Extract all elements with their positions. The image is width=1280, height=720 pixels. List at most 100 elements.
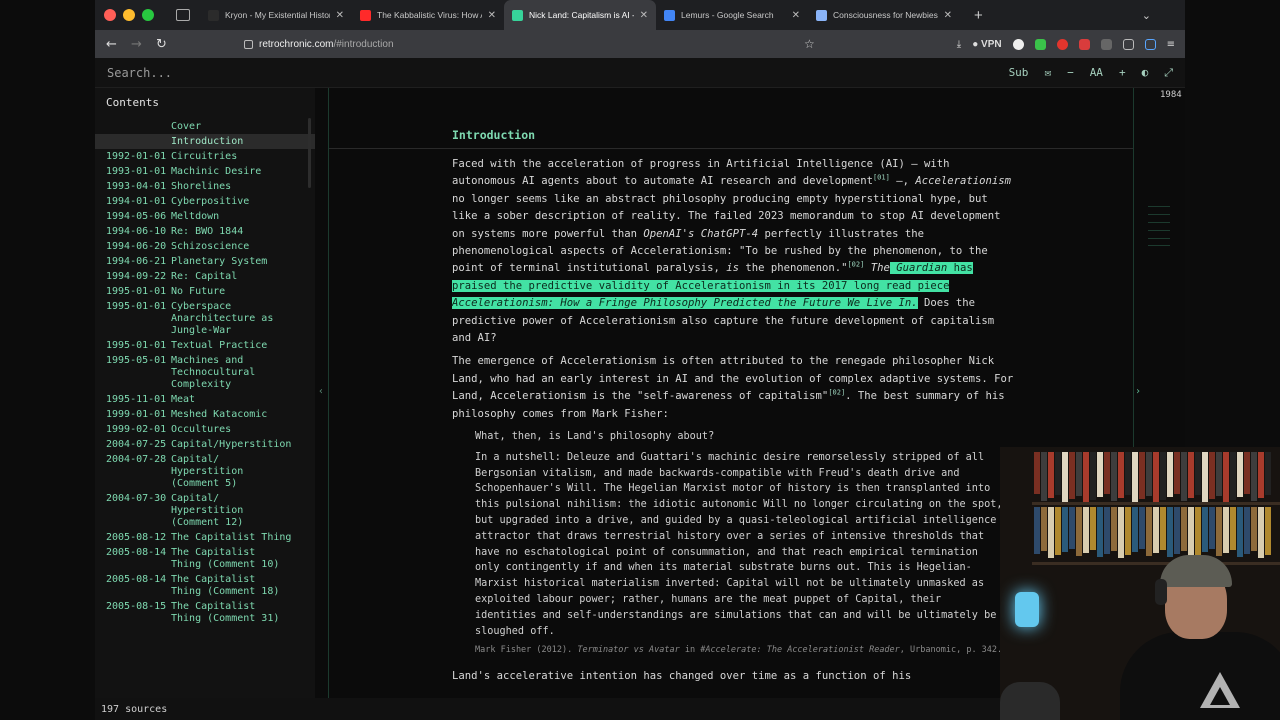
browser-tab-bar: Kryon - My Existential History - ✕ The Kab… <box>95 0 1185 30</box>
forward-button[interactable]: → <box>124 37 149 52</box>
toc-item[interactable]: 2005-08-14 The Capitalist Thing (Comment … <box>95 545 315 572</box>
subscribe-button[interactable]: Sub <box>1009 66 1029 79</box>
text: Guardian <box>889 262 948 275</box>
fullscreen-icon[interactable]: ⤢ <box>1164 66 1173 80</box>
book-spine <box>1153 452 1159 503</box>
toc-item[interactable]: 1999-01-01 Meshed Katacomic <box>95 407 315 422</box>
bookshelf-top <box>1034 452 1271 503</box>
book-spine <box>1076 452 1082 496</box>
minimap[interactable] <box>1148 206 1170 246</box>
minimize-window-button[interactable] <box>123 9 135 21</box>
toc-item-title: Capital/ Hyperstition (Comment 5) <box>171 453 244 489</box>
extension-icon[interactable] <box>1078 38 1090 50</box>
toc-item[interactable]: 1994-06-10 Re: BWO 1844 <box>95 224 315 239</box>
toc-item[interactable]: 1994-05-06 Meltdown <box>95 209 315 224</box>
text: in <box>679 645 701 656</box>
close-tab-icon[interactable]: ✕ <box>944 10 952 21</box>
book-spine <box>1181 452 1187 501</box>
book-spine <box>1181 507 1187 551</box>
footnote-link[interactable]: [02] <box>847 261 864 269</box>
toc-item[interactable]: Introduction <box>95 134 315 149</box>
toc-item[interactable]: 2004-07-25 Capital/Hyperstition <box>95 437 315 452</box>
footnote-link[interactable]: [02] <box>828 389 845 397</box>
download-icon[interactable]: ⤓ <box>957 39 961 50</box>
toc-item[interactable]: 1992-01-01 Circuitries <box>95 149 315 164</box>
address-bar[interactable]: retrochronic.com/#introduction <box>244 39 804 50</box>
extension-icon[interactable] <box>1100 38 1112 50</box>
decrease-font-button[interactable]: − <box>1067 66 1074 79</box>
new-tab-button[interactable]: + <box>974 7 983 24</box>
collapse-sidebar-icon[interactable]: ‹ <box>318 386 324 397</box>
close-window-button[interactable] <box>104 9 116 21</box>
close-tab-icon[interactable]: ✕ <box>640 10 648 21</box>
toc-item[interactable]: 2005-08-12 The Capitalist Thing <box>95 530 315 545</box>
toc-item[interactable]: 2005-08-15 The Capitalist Thing (Comment … <box>95 599 315 626</box>
footnote-link[interactable]: [01] <box>873 174 890 182</box>
toc-item[interactable]: 1995-01-01 No Future <box>95 284 315 299</box>
tab-favicon-icon <box>512 9 523 21</box>
extension-icon[interactable] <box>1012 38 1024 50</box>
book-spine <box>1202 452 1208 502</box>
extension-icon[interactable] <box>1034 38 1046 50</box>
browser-tab[interactable]: Kryon - My Existential History - ✕ <box>200 0 352 30</box>
toc-item[interactable]: 1993-01-01 Machinic Desire <box>95 164 315 179</box>
close-tab-icon[interactable]: ✕ <box>488 10 496 21</box>
toc-item[interactable]: 2004-07-30 Capital/ Hyperstition (Comment… <box>95 491 315 530</box>
toc-item[interactable]: 1994-09-22 Re: Capital <box>95 269 315 284</box>
toc-item-title: Circuitries <box>171 150 238 162</box>
book-spine <box>1132 507 1138 552</box>
maximize-window-button[interactable] <box>142 9 154 21</box>
text: OpenAI's ChatGPT-4 <box>643 227 759 240</box>
toc-item[interactable]: 2005-08-14 The Capitalist Thing (Comment … <box>95 572 315 599</box>
book-spine <box>1251 452 1257 501</box>
extensions-puzzle-icon[interactable] <box>1122 38 1134 50</box>
browser-tab[interactable]: Consciousness for Newbies :: D ✕ <box>808 0 960 30</box>
url-path: /#introduction <box>333 38 394 50</box>
sidebar-toggle-icon[interactable] <box>1144 38 1156 50</box>
site-info-icon[interactable] <box>244 39 253 49</box>
toc-item[interactable]: 1995-01-01 Textual Practice <box>95 338 315 353</box>
browser-menu-icon[interactable]: ≡ <box>1167 39 1175 50</box>
toc-item-title: The Capitalist Thing (Comment 10) <box>171 546 280 570</box>
tab-search-chevron-icon[interactable]: ⌄ <box>1142 9 1151 22</box>
search-input[interactable] <box>107 65 507 80</box>
close-tab-icon[interactable]: ✕ <box>792 10 800 21</box>
next-page-icon[interactable]: › <box>1135 386 1141 397</box>
theme-toggle-icon[interactable]: ◐ <box>1142 66 1149 79</box>
toc-item[interactable]: 1995-01-01 Cyberspace Anarchitecture as J… <box>95 299 315 338</box>
toc-item[interactable]: 1994-01-01 Cyberpositive <box>95 194 315 209</box>
extension-icon[interactable] <box>1056 38 1068 50</box>
book-spine <box>1076 507 1082 556</box>
toc-item[interactable]: 1994-06-21 Planetary System <box>95 254 315 269</box>
reload-button[interactable]: ↻ <box>149 37 174 52</box>
toc-item-date: 2005-08-15 <box>106 600 167 612</box>
mail-icon[interactable]: ✉ <box>1044 66 1051 79</box>
tab-favicon-icon <box>816 9 827 21</box>
text: Accelerationism <box>915 175 1011 188</box>
browser-tab[interactable]: Lemurs - Google Search ✕ <box>656 0 808 30</box>
font-size-button[interactable]: AA <box>1090 66 1103 79</box>
toc-item[interactable]: 2004-07-28 Capital/ Hyperstition (Comment… <box>95 452 315 491</box>
toc-item[interactable]: 1993-04-01 Shorelines <box>95 179 315 194</box>
book-spine <box>1062 452 1068 502</box>
browser-tab[interactable]: The Kabbalistic Virus: How Artif ✕ <box>352 0 504 30</box>
bookshelf-middle <box>1034 507 1271 558</box>
browser-tab[interactable]: Nick Land: Capitalism is AI - Ac ✕ <box>504 0 656 30</box>
bookmark-star-icon[interactable]: ☆ <box>804 37 815 51</box>
sidebar-scrollbar[interactable] <box>308 118 311 188</box>
toc-item-title: The Capitalist Thing <box>171 531 292 543</box>
toc-item[interactable]: Cover <box>95 119 315 134</box>
toc-item-title: Capital/Hyperstition <box>171 438 292 450</box>
vpn-button[interactable]: ● VPN <box>972 39 1001 50</box>
back-button[interactable]: ← <box>99 37 124 52</box>
url-host: retrochronic.com <box>259 38 334 50</box>
toc-item[interactable]: 1995-11-01 Meat <box>95 392 315 407</box>
increase-font-button[interactable]: + <box>1119 66 1126 79</box>
toc-item[interactable]: 1995-05-01 Machines and Technocultural Co… <box>95 353 315 392</box>
book-spine <box>1153 507 1159 553</box>
toc-item[interactable]: 1994-06-20 Schizoscience <box>95 239 315 254</box>
toc-item[interactable]: 1999-02-01 Occultures <box>95 422 315 437</box>
close-tab-icon[interactable]: ✕ <box>336 10 344 21</box>
toc-item-title: Capital/ Hyperstition (Comment 12) <box>171 492 244 528</box>
tab-overview-icon[interactable] <box>176 9 190 21</box>
